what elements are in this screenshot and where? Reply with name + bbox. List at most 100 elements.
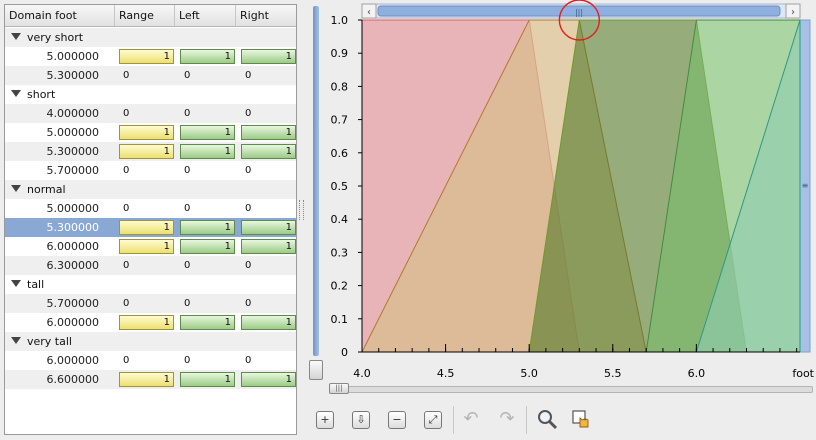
range-cell[interactable]: 0 bbox=[119, 353, 174, 368]
x-tick-label: 6.0 bbox=[688, 367, 706, 380]
y-tick-label: 0.3 bbox=[331, 246, 349, 259]
left-cell[interactable]: 0 bbox=[180, 201, 235, 216]
left-cell[interactable]: 0 bbox=[180, 163, 235, 178]
domain-value: 5.000000 bbox=[46, 50, 100, 63]
table-row[interactable]: 5.300000 0 0 0 bbox=[5, 66, 296, 85]
expand-triangle-icon[interactable] bbox=[11, 185, 21, 192]
expand-triangle-icon[interactable] bbox=[11, 90, 21, 97]
range-cell[interactable]: 0 bbox=[119, 106, 174, 121]
right-cell[interactable]: 1 bbox=[241, 315, 296, 330]
left-cell[interactable]: 0 bbox=[180, 353, 235, 368]
left-cell[interactable]: 1 bbox=[180, 220, 235, 235]
table-row[interactable]: 6.000000 1 1 1 bbox=[5, 237, 296, 256]
left-cell[interactable]: 1 bbox=[180, 125, 235, 140]
expand-triangle-icon[interactable] bbox=[11, 33, 21, 40]
table-row[interactable]: 5.300000 1 1 1 bbox=[5, 218, 296, 237]
right-cell[interactable]: 0 bbox=[241, 258, 296, 273]
left-cell[interactable]: 1 bbox=[180, 144, 235, 159]
y-tick-label: 0.7 bbox=[331, 114, 349, 127]
table-row[interactable]: 5.000000 0 0 0 bbox=[5, 199, 296, 218]
add-icon[interactable]: + bbox=[316, 411, 334, 429]
left-cell[interactable]: 1 bbox=[180, 372, 235, 387]
range-cell[interactable]: 0 bbox=[119, 68, 174, 83]
table-row[interactable]: 5.000000 1 1 1 bbox=[5, 47, 296, 66]
x-tick-label: 5.5 bbox=[604, 367, 622, 380]
range-cell[interactable]: 0 bbox=[119, 163, 174, 178]
domain-value: 5.300000 bbox=[46, 221, 100, 234]
table-row[interactable]: 5.300000 1 1 1 bbox=[5, 142, 296, 161]
pan-icon[interactable] bbox=[570, 408, 592, 430]
domain-value: 5.000000 bbox=[46, 202, 100, 215]
tree-group-tall[interactable]: tall bbox=[5, 275, 296, 294]
range-cell[interactable]: 1 bbox=[119, 315, 174, 330]
range-cell[interactable]: 1 bbox=[119, 372, 174, 387]
table-row[interactable]: 6.600000 1 1 1 bbox=[5, 370, 296, 389]
domain-value: 4.000000 bbox=[46, 107, 100, 120]
fit-icon[interactable]: ⤢ bbox=[424, 411, 442, 429]
right-cell[interactable]: 0 bbox=[241, 106, 296, 121]
table-row[interactable]: 4.000000 0 0 0 bbox=[5, 104, 296, 123]
right-cell[interactable]: 1 bbox=[241, 239, 296, 254]
expand-triangle-icon[interactable] bbox=[11, 280, 21, 287]
horizontal-zoom-slider[interactable]: ||| bbox=[327, 383, 813, 394]
right-cell[interactable]: 0 bbox=[241, 296, 296, 311]
undo-icon[interactable]: ↶ bbox=[460, 408, 482, 430]
left-cell[interactable]: 0 bbox=[180, 296, 235, 311]
y-tick-label: 1.0 bbox=[331, 14, 349, 27]
redo-icon[interactable]: ↷ bbox=[496, 408, 518, 430]
table-row[interactable]: 5.000000 1 1 1 bbox=[5, 123, 296, 142]
horizontal-slider-handle[interactable]: ||| bbox=[329, 383, 349, 394]
x-tick-label: 4.0 bbox=[353, 367, 371, 380]
right-cell[interactable]: 1 bbox=[241, 144, 296, 159]
range-cell[interactable]: 1 bbox=[119, 49, 174, 64]
table-row[interactable]: 6.000000 0 0 0 bbox=[5, 351, 296, 370]
panel-splitter-handle[interactable] bbox=[299, 200, 304, 220]
right-cell[interactable]: 0 bbox=[241, 68, 296, 83]
remove-icon[interactable]: − bbox=[388, 411, 406, 429]
left-cell[interactable]: 1 bbox=[180, 315, 235, 330]
left-cell[interactable]: 0 bbox=[180, 258, 235, 273]
toolbar-separator bbox=[453, 406, 454, 434]
zoom-icon[interactable] bbox=[536, 408, 558, 430]
right-cell[interactable]: 0 bbox=[241, 201, 296, 216]
left-cell[interactable]: 1 bbox=[180, 49, 235, 64]
header-domain-foot[interactable]: Domain foot bbox=[5, 5, 115, 26]
expand-triangle-icon[interactable] bbox=[11, 337, 21, 344]
domain-tree-table[interactable]: Domain foot Range Left Right very short 5… bbox=[4, 4, 297, 435]
right-cell[interactable]: 0 bbox=[241, 353, 296, 368]
right-cell[interactable]: 1 bbox=[241, 125, 296, 140]
table-row[interactable]: 6.000000 1 1 1 bbox=[5, 313, 296, 332]
table-row[interactable]: 5.700000 0 0 0 bbox=[5, 294, 296, 313]
tree-group-label: short bbox=[27, 88, 56, 101]
import-icon[interactable]: ⇩ bbox=[352, 411, 370, 429]
range-cell[interactable]: 1 bbox=[119, 144, 174, 159]
tree-group-very-short[interactable]: very short bbox=[5, 28, 296, 47]
range-cell[interactable]: 0 bbox=[119, 201, 174, 216]
left-cell[interactable]: 1 bbox=[180, 239, 235, 254]
tree-group-normal[interactable]: normal bbox=[5, 180, 296, 199]
right-cell[interactable]: 0 bbox=[241, 163, 296, 178]
tree-group-short[interactable]: short bbox=[5, 85, 296, 104]
range-cell[interactable]: 1 bbox=[119, 220, 174, 235]
header-right[interactable]: Right bbox=[236, 5, 296, 26]
range-cell[interactable]: 1 bbox=[119, 239, 174, 254]
header-range[interactable]: Range bbox=[115, 5, 175, 26]
tree-group-label: tall bbox=[27, 278, 45, 291]
range-cell[interactable]: 0 bbox=[119, 296, 174, 311]
left-cell[interactable]: 0 bbox=[180, 106, 235, 121]
table-row[interactable]: 5.700000 0 0 0 bbox=[5, 161, 296, 180]
header-left[interactable]: Left bbox=[175, 5, 236, 26]
tree-group-label: very tall bbox=[27, 335, 72, 348]
tree-group-very-tall[interactable]: very tall bbox=[5, 332, 296, 351]
domain-value: 6.000000 bbox=[46, 354, 100, 367]
right-cell[interactable]: 1 bbox=[241, 220, 296, 235]
right-cell[interactable]: 1 bbox=[241, 372, 296, 387]
table-row[interactable]: 6.300000 0 0 0 bbox=[5, 256, 296, 275]
right-cell[interactable]: 1 bbox=[241, 49, 296, 64]
range-cell[interactable]: 1 bbox=[119, 125, 174, 140]
left-cell[interactable]: 0 bbox=[180, 68, 235, 83]
range-cell[interactable]: 0 bbox=[119, 258, 174, 273]
x-axis-unit-label: foot bbox=[792, 367, 814, 380]
tree-group-label: very short bbox=[27, 31, 84, 44]
membership-function-chart[interactable]: ‹ ||| › ≡ 4.0 4.5 5.0 5.5 6.0 foot 0 0.1 0.2 0.3 0… bbox=[305, 0, 816, 400]
